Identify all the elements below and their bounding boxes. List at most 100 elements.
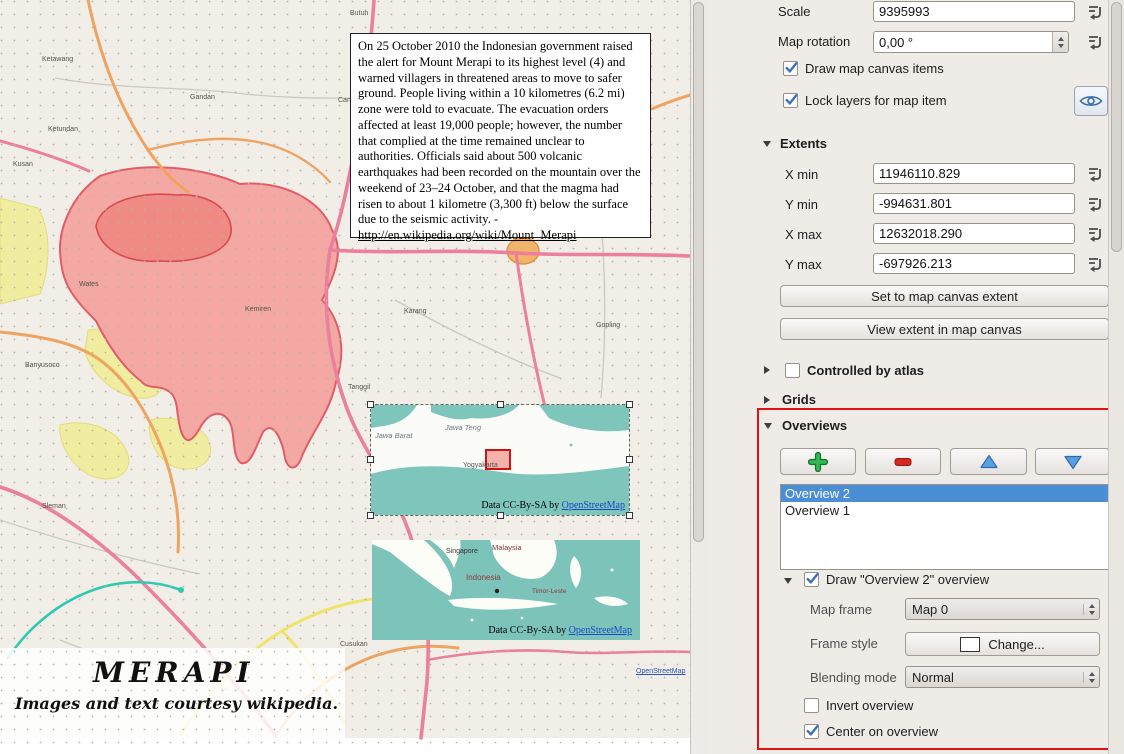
rotation-label: Map rotation	[778, 34, 850, 49]
eye-icon	[1079, 93, 1103, 109]
checkbox-invert-overview[interactable]	[804, 698, 819, 713]
selection-handle[interactable]	[497, 512, 504, 519]
ymax-input[interactable]	[873, 253, 1075, 274]
text-annotation-item[interactable]: On 25 October 2010 the Indonesian govern…	[350, 33, 651, 238]
place-label: Ketawang	[42, 56, 73, 63]
region-label: Jawa Teng	[445, 423, 481, 432]
place-label: Tanggil	[348, 384, 370, 391]
canvas-vertical-scrollbar[interactable]	[690, 0, 706, 754]
data-defined-override-button[interactable]	[1083, 31, 1107, 53]
check-icon	[805, 723, 820, 738]
move-overview-up-button[interactable]	[950, 448, 1027, 475]
item-properties-panel: Scale Map rotation Draw map canvas items…	[706, 0, 1108, 754]
frame-color-swatch	[960, 637, 980, 652]
view-extent-in-map-canvas-button[interactable]: View extent in map canvas	[780, 318, 1109, 340]
place-label: Gandan	[190, 94, 215, 101]
rotation-input[interactable]	[874, 32, 1052, 52]
ymin-input[interactable]	[873, 193, 1075, 214]
collapse-triangle-icon[interactable]	[764, 423, 772, 429]
composer-canvas[interactable]: Butuh Ketawang Gandan Candran Ketundan K…	[0, 0, 706, 754]
check-icon	[784, 92, 799, 107]
map-frame-combo[interactable]: Map 0	[905, 598, 1100, 620]
region-label: Jawa Barat	[375, 431, 413, 440]
checkbox-draw-map-canvas-items[interactable]	[783, 61, 798, 76]
data-defined-override-button[interactable]	[1083, 1, 1107, 23]
data-defined-icon	[1086, 165, 1104, 183]
data-defined-override-button[interactable]	[1083, 193, 1107, 215]
set-to-map-canvas-extent-button[interactable]: Set to map canvas extent	[780, 285, 1109, 307]
move-overview-down-button[interactable]	[1035, 448, 1110, 475]
grids-title[interactable]: Grids	[782, 392, 816, 407]
selection-handle[interactable]	[626, 512, 633, 519]
overview-map-2-item[interactable]: Singapore Malaysia Indonesia Timor-Leste…	[372, 540, 640, 640]
checkbox-controlled-by-atlas[interactable]	[785, 363, 800, 378]
collapse-triangle-icon[interactable]	[764, 396, 770, 404]
place-label: Karang	[404, 308, 427, 315]
blending-mode-combo[interactable]: Normal	[905, 666, 1100, 688]
place-label: Wates	[79, 281, 99, 288]
frame-style-change-button[interactable]: Change...	[905, 632, 1100, 656]
spinner-arrows-icon[interactable]	[1052, 32, 1068, 52]
overview-map-1	[371, 405, 629, 515]
checkbox-draw-overview[interactable]	[804, 572, 819, 587]
atlas-title[interactable]: Controlled by atlas	[807, 363, 924, 378]
place-label: Gopling	[596, 322, 620, 329]
collapse-triangle-icon[interactable]	[763, 141, 771, 147]
collapse-triangle-icon[interactable]	[784, 578, 792, 584]
blending-mode-label: Blending mode	[810, 670, 897, 685]
overview-map-1-item[interactable]: Jawa Barat Jawa Teng Yogyakarta Data CC-…	[370, 404, 630, 516]
scrollbar-thumb[interactable]	[1111, 2, 1122, 252]
data-defined-override-button[interactable]	[1083, 253, 1107, 275]
rotation-spinbox[interactable]	[873, 31, 1069, 53]
extents-section-header[interactable]: Extents	[763, 136, 827, 151]
selection-handle[interactable]	[367, 512, 374, 519]
xmax-label: X max	[785, 227, 822, 242]
selection-handle[interactable]	[626, 456, 633, 463]
center-on-overview-label: Center on overview	[826, 724, 938, 739]
panel-vertical-scrollbar[interactable]	[1108, 0, 1124, 754]
selection-handle[interactable]	[367, 401, 374, 408]
country-label: Timor-Leste	[532, 588, 566, 595]
qgis-composer-window: Butuh Ketawang Gandan Candran Ketundan K…	[0, 0, 1124, 754]
selection-handle[interactable]	[626, 401, 633, 408]
overview-list-item[interactable]: Overview 1	[781, 502, 1109, 519]
add-overview-button[interactable]	[780, 448, 856, 475]
overview-list-item-selected[interactable]: Overview 2	[781, 485, 1109, 502]
draw-overview-label: Draw "Overview 2" overview	[826, 572, 989, 587]
overviews-title[interactable]: Overviews	[782, 418, 847, 433]
selection-handle[interactable]	[497, 401, 504, 408]
xmin-label: X min	[785, 167, 818, 182]
osm-link[interactable]: OpenStreetMap	[569, 625, 632, 636]
data-defined-override-button[interactable]	[1083, 223, 1107, 245]
xmin-input[interactable]	[873, 163, 1075, 184]
scale-input[interactable]	[873, 1, 1075, 22]
data-defined-icon	[1086, 3, 1104, 21]
overviews-list[interactable]: Overview 2 Overview 1	[780, 484, 1110, 570]
map-frame-label: Map frame	[810, 602, 872, 617]
place-label: Ketundan	[48, 126, 78, 133]
check-icon	[805, 571, 820, 586]
ymin-label: Y min	[785, 197, 818, 212]
xmax-input[interactable]	[873, 223, 1075, 244]
scrollbar-thumb[interactable]	[693, 2, 704, 542]
map-subtitle-label[interactable]: Images and text courtesy wikipedia.	[15, 694, 338, 713]
collapse-triangle-icon[interactable]	[764, 366, 770, 374]
data-defined-icon	[1086, 33, 1104, 51]
annotation-text: On 25 October 2010 the Indonesian govern…	[358, 39, 641, 226]
osm-link[interactable]: OpenStreetMap	[562, 500, 625, 511]
country-label: Indonesia	[466, 573, 501, 582]
check-icon	[784, 60, 799, 75]
lock-layers-label: Lock layers for map item	[805, 93, 947, 108]
data-defined-override-button[interactable]	[1083, 163, 1107, 185]
set-layers-visibility-button[interactable]	[1074, 86, 1108, 116]
place-label: Kusan	[13, 161, 33, 168]
frame-style-label: Frame style	[810, 636, 878, 651]
osm-corner-attribution: OpenStreetMap	[636, 668, 685, 675]
selection-handle[interactable]	[367, 456, 374, 463]
checkbox-lock-layers[interactable]	[783, 93, 798, 108]
checkbox-center-on-overview[interactable]	[804, 724, 819, 739]
remove-overview-button[interactable]	[865, 448, 941, 475]
ymax-label: Y max	[785, 257, 822, 272]
map-title-label[interactable]: MERAPI	[93, 656, 254, 689]
place-label: Kemiren	[245, 306, 271, 313]
